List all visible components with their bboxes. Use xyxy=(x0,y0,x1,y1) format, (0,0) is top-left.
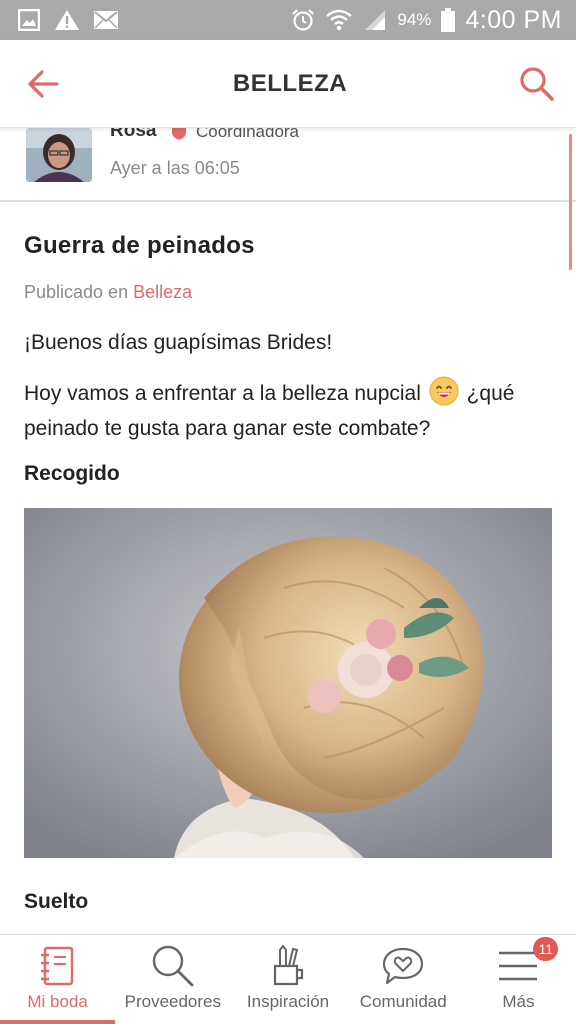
search-icon xyxy=(520,66,554,101)
post-content[interactable]: Rosa Coordinadora Ayer a las 06:05 Guerr… xyxy=(0,128,576,934)
section-recogido: Recogido xyxy=(24,462,120,485)
paragraph-question: Hoy vamos a enfrentar a la belleza nupci… xyxy=(24,376,552,446)
alarm-icon xyxy=(291,8,315,32)
hairstyle-photo[interactable] xyxy=(24,508,552,858)
search-icon xyxy=(151,943,195,989)
post-time: Ayer a las 06:05 xyxy=(110,158,240,178)
section-suelto: Suelto xyxy=(24,890,89,913)
clock: 4:00 PM xyxy=(465,5,562,34)
nav-mi-boda[interactable]: Mi boda xyxy=(0,935,116,1024)
paragraph-text-start: Hoy vamos a enfrentar a la belleza nupci… xyxy=(24,382,421,405)
notification-badge: 11 xyxy=(533,937,559,961)
nav-label: Más xyxy=(502,992,535,1011)
page-title: BELLEZA xyxy=(232,69,348,97)
grinning-emoji-icon xyxy=(429,376,459,406)
notebook-icon xyxy=(40,943,76,989)
category-link[interactable]: Belleza xyxy=(133,282,192,302)
nav-inspiracion[interactable]: Inspiración xyxy=(230,935,345,1024)
app-header: BELLEZA xyxy=(0,40,576,128)
back-button[interactable] xyxy=(22,63,64,105)
nav-label: Comunidad xyxy=(359,992,447,1011)
nav-label: Inspiración xyxy=(246,992,330,1011)
battery-percent: 94% xyxy=(397,10,432,29)
nav-comunidad[interactable]: Comunidad xyxy=(346,935,461,1024)
avatar[interactable] xyxy=(26,128,92,182)
nav-label: Proveedores xyxy=(124,992,221,1011)
wifi-icon xyxy=(325,7,353,33)
nav-mas[interactable]: Más 11 xyxy=(461,935,576,1024)
battery-icon xyxy=(441,8,456,32)
back-arrow-icon xyxy=(28,69,59,98)
published-line: Publicado en Belleza xyxy=(24,282,552,303)
chat-heart-icon xyxy=(382,943,424,989)
gallery-icon xyxy=(18,9,40,31)
scrollbar-thumb[interactable] xyxy=(569,134,572,270)
signal-icon xyxy=(363,9,387,31)
published-prefix: Publicado en xyxy=(24,282,129,302)
status-right: 94% 4:00 PM xyxy=(291,6,562,35)
nav-label: Mi boda xyxy=(27,992,88,1011)
bottom-nav: Mi boda Proveedores Inspiración Comunida… xyxy=(0,934,576,1024)
post-body: Guerra de peinados Publicado en Belleza … xyxy=(24,232,552,914)
status-left xyxy=(18,9,118,31)
paragraph-greeting: ¡Buenos días guapísimas Brides! xyxy=(24,331,333,354)
author-role: Coordinadora xyxy=(196,128,300,141)
author-name[interactable]: Rosa xyxy=(110,128,156,142)
warning-icon xyxy=(54,9,80,31)
status-bar: 94% 4:00 PM xyxy=(0,0,576,40)
search-button[interactable] xyxy=(516,63,558,105)
post-title: Guerra de peinados xyxy=(24,232,255,259)
author-row[interactable]: Rosa Coordinadora Ayer a las 06:05 xyxy=(0,128,576,202)
mail-icon xyxy=(94,11,118,29)
pencil-cup-icon xyxy=(271,943,305,989)
nav-proveedores[interactable]: Proveedores xyxy=(115,935,230,1024)
shield-icon xyxy=(172,128,186,140)
